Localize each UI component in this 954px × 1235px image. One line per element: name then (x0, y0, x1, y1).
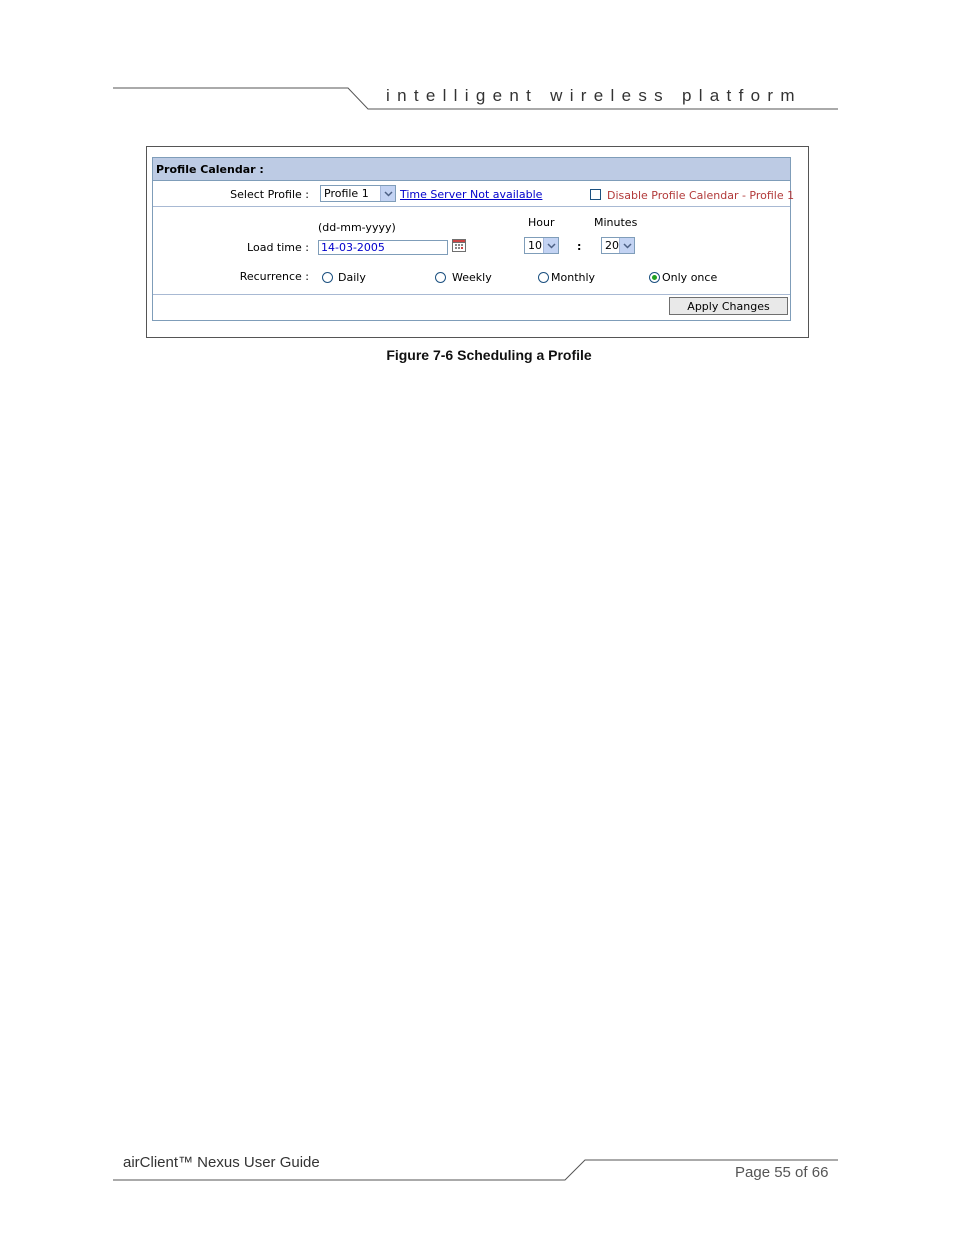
disable-calendar-label: Disable Profile Calendar - Profile 1 (607, 189, 795, 202)
radio-monthly-label: Monthly (551, 271, 596, 284)
hour-label: Hour (528, 216, 555, 229)
divider (153, 294, 790, 295)
time-server-link[interactable]: Time Server Not available (400, 188, 542, 201)
calendar-icon[interactable] (452, 239, 466, 252)
radio-monthly[interactable] (538, 272, 549, 283)
header-title: intelligent wireless platform (386, 86, 802, 105)
date-input[interactable]: 14-03-2005 (318, 240, 448, 255)
radio-daily[interactable] (322, 272, 333, 283)
figure-caption: Figure 7-6 Scheduling a Profile (386, 347, 592, 363)
recurrence-label: Recurrence : (239, 270, 309, 283)
chevron-down-icon (543, 238, 558, 253)
radio-only-once[interactable] (649, 272, 660, 283)
radio-only-once-label: Only once (662, 271, 718, 284)
apply-changes-button[interactable]: Apply Changes (669, 297, 788, 315)
figure-frame: Profile Calendar : Select Profile : Prof… (146, 146, 809, 338)
hour-select[interactable]: 10 (524, 237, 559, 254)
divider (153, 206, 790, 207)
footer-guide-title: airClient™ Nexus User Guide (123, 1154, 320, 1171)
radio-weekly[interactable] (435, 272, 446, 283)
footer-page-number: Page 55 of 66 (735, 1164, 829, 1181)
select-profile-label: Select Profile : (230, 188, 309, 201)
minutes-select-value: 20 (605, 239, 619, 252)
time-separator: : (577, 240, 582, 253)
hour-select-value: 10 (528, 239, 542, 252)
disable-calendar-checkbox[interactable] (590, 189, 601, 200)
panel-title: Profile Calendar : (153, 158, 790, 181)
radio-daily-label: Daily (338, 271, 366, 284)
profile-select-value: Profile 1 (324, 187, 369, 200)
chevron-down-icon (619, 238, 634, 253)
load-time-label: Load time : (247, 241, 309, 254)
header-rule (113, 87, 838, 110)
date-format-hint: (dd-mm-yyyy) (318, 221, 396, 234)
minutes-label: Minutes (594, 216, 638, 229)
profile-select[interactable]: Profile 1 (320, 185, 396, 202)
chevron-down-icon (380, 186, 395, 201)
profile-calendar-panel: Profile Calendar : Select Profile : Prof… (152, 157, 795, 321)
minutes-select[interactable]: 20 (601, 237, 635, 254)
radio-weekly-label: Weekly (452, 271, 492, 284)
